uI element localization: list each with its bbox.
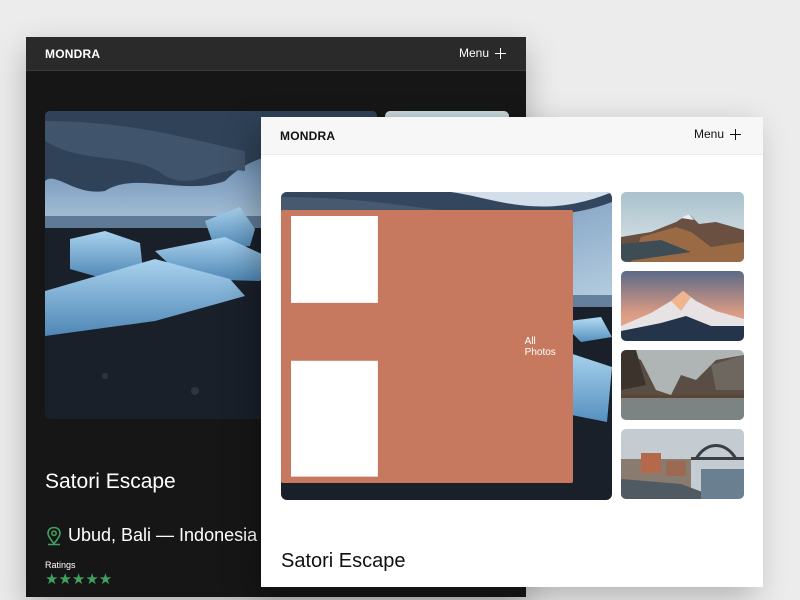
location-text: Ubud, Bali — Indonesia [68, 525, 258, 545]
snowy-peak-image [621, 271, 744, 341]
all-photos-label: All Photos [524, 335, 556, 358]
light-header: MONDRA Menu [261, 117, 763, 155]
thumbnail-3[interactable] [621, 350, 744, 420]
ratings-label: Ratings [45, 560, 76, 570]
thumbnail-2[interactable] [621, 271, 744, 341]
rating-stars: ★★★★★ [45, 571, 113, 588]
harbour-bridge-image [621, 429, 744, 499]
logo[interactable]: MONDRA [280, 129, 335, 143]
listing-title: Satori Escape [45, 470, 176, 493]
menu-label: Menu [458, 46, 489, 60]
main-photo[interactable]: All Photos [281, 192, 612, 500]
plus-icon [495, 47, 506, 59]
listing-title: Satori Escape [281, 550, 406, 572]
menu-label: Menu [693, 127, 724, 141]
logo[interactable]: MONDRA [45, 47, 100, 61]
light-window: MONDRA Menu All Photos Satori Escape [261, 117, 763, 587]
menu-button[interactable]: Menu [694, 127, 741, 141]
location: Ubud, Bali — Indonesia [45, 525, 257, 546]
mountain-coast-image [621, 192, 744, 262]
menu-button[interactable]: Menu [459, 46, 506, 60]
thumbnail-4[interactable] [621, 429, 744, 499]
location-pin-icon [47, 526, 61, 545]
thumbnail-1[interactable] [621, 192, 744, 262]
plus-icon [730, 128, 741, 140]
all-photos-button[interactable]: All Photos [281, 210, 573, 483]
grid-icon [291, 216, 378, 477]
dark-header: MONDRA Menu [26, 37, 526, 71]
lake-mountains-image [621, 350, 744, 420]
